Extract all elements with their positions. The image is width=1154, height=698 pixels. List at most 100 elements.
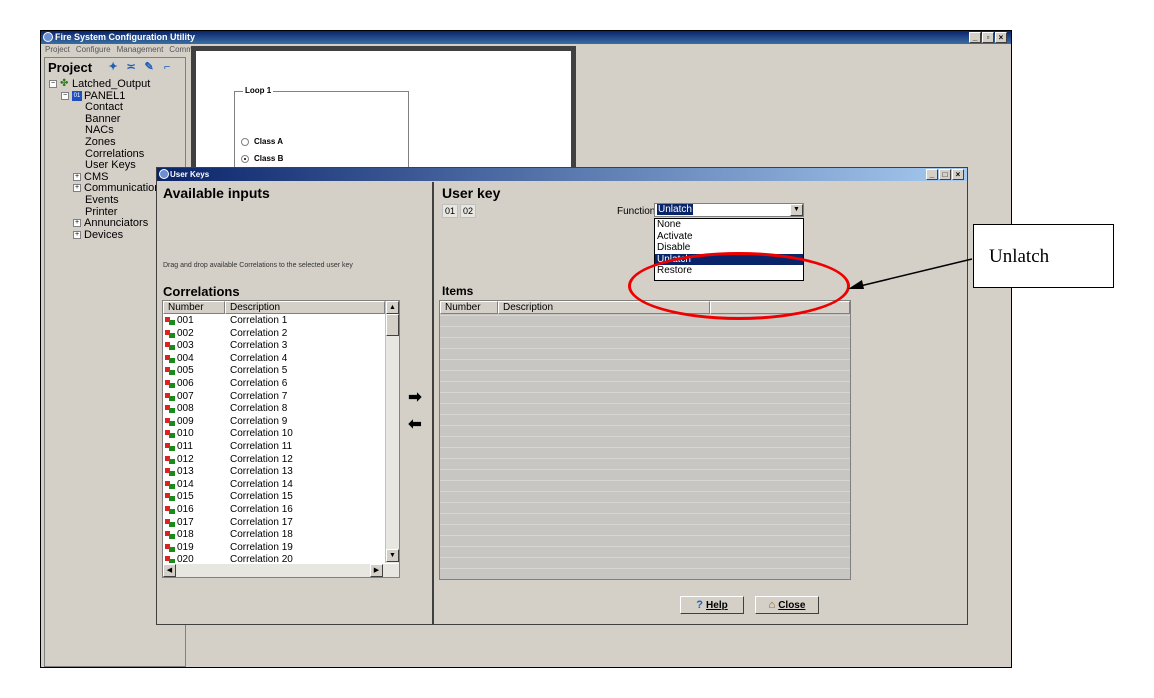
scroll-down-icon[interactable]: ▼ xyxy=(386,549,399,562)
row-description: Correlation 17 xyxy=(230,516,293,528)
close-icon[interactable]: × xyxy=(952,169,964,180)
table-row[interactable]: 011 Correlation 11 xyxy=(163,442,385,452)
class-a-radio[interactable] xyxy=(241,137,249,146)
menu-item-project[interactable]: Project xyxy=(45,44,70,55)
table-row[interactable]: 006 Correlation 6 xyxy=(163,379,385,389)
expander-icon[interactable]: − xyxy=(61,91,69,100)
table-row[interactable]: 010 Correlation 10 xyxy=(163,429,385,439)
table-row[interactable]: 018 Correlation 18 xyxy=(163,530,385,540)
grid-line xyxy=(440,535,850,536)
collapse-icon[interactable]: ⌐ xyxy=(160,62,174,73)
help-button[interactable]: ? Help xyxy=(680,596,744,614)
table-row[interactable]: 012 Correlation 12 xyxy=(163,454,385,465)
class-b-radio[interactable] xyxy=(241,154,249,163)
close-icon[interactable]: × xyxy=(995,32,1007,43)
table-row[interactable]: 019 Correlation 19 xyxy=(163,542,385,553)
maximize-icon[interactable]: □ xyxy=(939,169,951,180)
expander-icon[interactable]: + xyxy=(73,219,81,228)
table-row[interactable]: 002 Correlation 2 xyxy=(163,328,385,339)
expander-icon[interactable]: − xyxy=(49,80,57,89)
grid-line xyxy=(440,557,850,558)
row-number: 006 xyxy=(177,378,194,389)
grid-line xyxy=(440,425,850,426)
key-tab-01[interactable]: 01 xyxy=(442,204,458,218)
grid-line xyxy=(440,436,850,437)
window-icon xyxy=(159,169,169,179)
app-icon xyxy=(43,32,53,42)
table-row[interactable]: 016 Correlation 16 xyxy=(163,505,385,515)
grid-line xyxy=(440,502,850,503)
callout-box: Unlatch xyxy=(973,224,1114,288)
correlation-icon xyxy=(165,405,175,414)
network-icon[interactable]: ≍ xyxy=(124,62,138,73)
highlight-ellipse xyxy=(628,252,850,320)
row-number: 008 xyxy=(177,403,194,415)
scroll-thumb[interactable] xyxy=(386,314,399,336)
function-option-none[interactable]: None xyxy=(655,219,803,231)
function-option-activate[interactable]: Activate xyxy=(655,231,803,243)
scroll-right-icon[interactable]: ▶ xyxy=(370,564,383,577)
column-header-number[interactable]: Number xyxy=(163,301,225,314)
table-row[interactable]: 009 Correlation 9 xyxy=(163,416,385,427)
table-row[interactable]: 007 Correlation 7 xyxy=(163,391,385,402)
grid-line xyxy=(440,414,850,415)
chevron-down-icon[interactable]: ▼ xyxy=(790,204,803,216)
correlation-icon xyxy=(165,367,175,376)
row-description: Correlation 15 xyxy=(230,491,293,503)
column-header-description[interactable]: Description xyxy=(225,301,385,314)
close-button[interactable]: ⌂ Close xyxy=(755,596,819,614)
expander-icon[interactable]: + xyxy=(73,230,81,239)
correlation-icon xyxy=(165,417,175,426)
vertical-scrollbar[interactable]: ▲ ▼ xyxy=(385,301,399,563)
tree-item-label: Events xyxy=(85,194,119,206)
table-row[interactable]: 003 Correlation 3 xyxy=(163,341,385,351)
row-number: 011 xyxy=(177,441,193,452)
table-row[interactable]: 014 Correlation 14 xyxy=(163,479,385,490)
correlation-icon xyxy=(165,493,175,502)
horizontal-scrollbar[interactable]: ◀ ▶ xyxy=(163,564,399,577)
table-row[interactable]: 001 Correlation 1 xyxy=(163,316,385,326)
table-row[interactable]: 013 Correlation 13 xyxy=(163,467,385,477)
minimize-icon[interactable]: _ xyxy=(969,32,981,43)
class-b-label: Class B xyxy=(254,154,284,163)
grid-line xyxy=(440,348,850,349)
items-table: Number Description xyxy=(439,300,851,580)
add-to-key-arrow-icon[interactable]: ➡ xyxy=(405,389,425,407)
table-row[interactable]: 020 Correlation 20 xyxy=(163,555,385,563)
items-column-number[interactable]: Number xyxy=(440,301,498,314)
key-tab-02[interactable]: 02 xyxy=(460,204,476,218)
scroll-up-icon[interactable]: ▲ xyxy=(386,301,399,314)
row-description: Correlation 6 xyxy=(230,378,288,389)
table-row[interactable]: 008 Correlation 8 xyxy=(163,404,385,414)
expander-icon[interactable]: + xyxy=(73,172,81,181)
menu-item-configure[interactable]: Configure xyxy=(76,44,111,55)
edit-icon[interactable]: ✎ xyxy=(142,62,156,73)
scroll-left-icon[interactable]: ◀ xyxy=(163,564,176,577)
menu-item-management[interactable]: Management xyxy=(117,44,164,55)
tree-item-label: CMS xyxy=(84,170,109,183)
splitter[interactable] xyxy=(432,182,434,625)
minimize-icon[interactable]: _ xyxy=(926,169,938,180)
tree-item-label: NACs xyxy=(85,124,114,137)
row-number: 017 xyxy=(177,516,194,528)
grid-line xyxy=(440,326,850,327)
remove-from-key-arrow-icon[interactable]: ⬅ xyxy=(405,416,425,434)
correlations-table: Number Description 001 Correlation 1 002 Co… xyxy=(162,300,400,578)
expander-icon[interactable]: + xyxy=(73,184,81,193)
class-b-option[interactable]: Class B xyxy=(241,154,283,163)
row-number: 016 xyxy=(177,504,194,515)
table-row[interactable]: 017 Correlation 17 xyxy=(163,516,385,528)
correlation-icon xyxy=(165,354,175,363)
table-row[interactable]: 004 Correlation 4 xyxy=(163,353,385,364)
table-row[interactable]: 015 Correlation 15 xyxy=(163,492,385,502)
function-select[interactable]: Unlatch ▼ xyxy=(654,203,804,217)
class-a-option[interactable]: Class A xyxy=(241,137,283,146)
tree-item-devices[interactable]: + Devices xyxy=(73,229,123,242)
row-number: 005 xyxy=(177,365,194,377)
table-row[interactable]: 005 Correlation 5 xyxy=(163,366,385,376)
add-icon[interactable]: ✦ xyxy=(106,62,120,73)
correlation-icon xyxy=(165,342,175,351)
correlations-heading: Correlations xyxy=(163,284,240,299)
restore-icon[interactable]: ▫ xyxy=(982,32,994,43)
window-controls: _ ▫ × xyxy=(969,32,1007,43)
